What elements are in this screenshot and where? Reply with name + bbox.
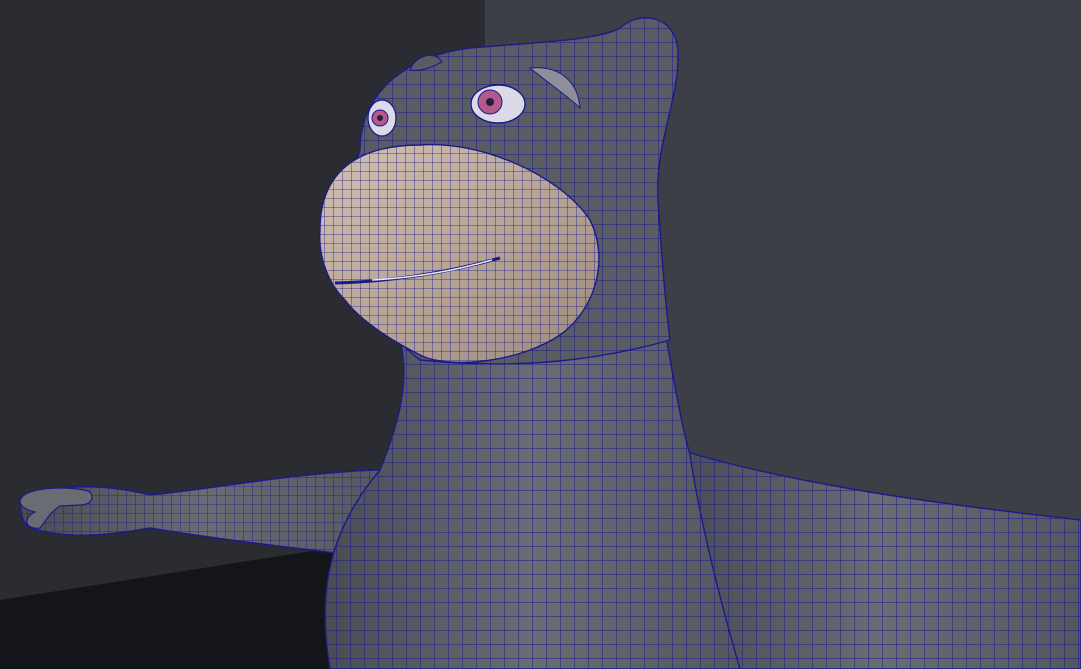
left-eye[interactable] bbox=[367, 99, 397, 137]
scene-canvas[interactable] bbox=[0, 0, 1081, 669]
3d-viewport[interactable] bbox=[0, 0, 1081, 669]
